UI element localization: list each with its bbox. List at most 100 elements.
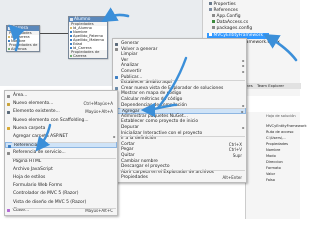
add-submenu-item-label: Referencia de servicio... xyxy=(13,150,66,156)
context-menu-item[interactable]: Propiedades Alt+Enter xyxy=(113,175,246,181)
property-label: Formato xyxy=(266,166,281,170)
property-label: Propiedades xyxy=(266,142,289,146)
add-submenu-item[interactable]: Página HTML xyxy=(5,159,117,165)
menu-separator xyxy=(12,141,116,143)
add-submenu-item[interactable]: Nuevo elemento con Scaffolding... xyxy=(5,118,117,124)
add-submenu-item[interactable]: Hoja de estilos xyxy=(5,175,117,181)
context-menu: Generar Volver a generar Limpiar Ver ▸ Analiz… xyxy=(112,38,247,183)
add-submenu-item-label: Referencia... xyxy=(14,143,42,149)
context-menu-item-label: Descargar el proyecto xyxy=(121,164,170,170)
property-icon xyxy=(70,31,72,33)
shortcut-text: Alt+Enter xyxy=(222,175,242,181)
property-label: Nombre xyxy=(266,148,281,152)
add-submenu-item-label: Nuevo elemento con Scaffolding... xyxy=(13,117,89,123)
new-folder-icon xyxy=(7,127,10,131)
properties-panel: Hoja de solución MVCyEntityFramework Rut… xyxy=(245,112,307,219)
existing-item-icon xyxy=(7,110,10,114)
add-submenu-item-label: Página HTML xyxy=(13,158,42,164)
add-submenu-item[interactable]: Elemento existente... Mayús+Alt+A xyxy=(5,109,117,115)
add-submenu-item-label: Clase... xyxy=(13,207,30,213)
context-menu-item-label: Volver a generar xyxy=(121,46,158,52)
add-submenu-item-label: Nuevo elemento... xyxy=(13,101,54,107)
add-submenu-item[interactable]: Vista de diseño de MVC 5 (Razor) xyxy=(5,200,117,206)
entity-header[interactable]: Carrera xyxy=(7,26,39,31)
entity-title: Alumno xyxy=(74,17,91,22)
property-label: Hoja de solución xyxy=(266,114,296,118)
context-menu-item-label: Establecer como proyecto de inicio xyxy=(121,119,199,125)
property-icon xyxy=(70,43,72,45)
add-submenu-item-label: Nueva carpeta xyxy=(13,125,46,131)
property-value[interactable]: MVCyEntityFramework xyxy=(266,124,307,129)
add-submenu-item[interactable]: Formulario Web Forms xyxy=(5,183,117,189)
config-file-icon xyxy=(212,26,215,29)
entity-title: Carrera xyxy=(12,26,29,31)
publish-icon xyxy=(115,76,118,80)
context-menu-item-label: Publicar... xyxy=(121,74,143,80)
context-menu-item-label: Establecer ámbito aquí xyxy=(121,80,172,86)
add-submenu-item[interactable]: Nuevo elemento... Ctrl+Mayús+A xyxy=(5,101,117,107)
class-icon xyxy=(7,209,10,213)
properties-icon xyxy=(209,2,212,5)
add-submenu-item-label: Hoja de estilos xyxy=(13,175,46,180)
menu-separator xyxy=(120,169,245,170)
entity-property[interactable]: Nombre xyxy=(7,39,39,43)
add-submenu-item[interactable]: Archivo JavaScript xyxy=(5,167,117,173)
project-icon xyxy=(209,33,212,36)
context-menu-item-label: Cambiar nombre xyxy=(121,158,158,164)
entity-alumno[interactable]: Alumno Propiedades Id_Alumno Nombre Apel… xyxy=(68,16,108,59)
add-submenu-item-label: Vista de diseño de MVC 5 (Razor) xyxy=(13,199,87,205)
tab-team-explorer[interactable]: Team Explorer xyxy=(257,83,284,88)
menu-separator xyxy=(120,79,245,81)
context-menu-item-label: Generar xyxy=(121,41,139,46)
add-submenu-item[interactable]: Agregar carpeta ASP.NET ▸ xyxy=(5,134,117,140)
reference-icon xyxy=(8,144,11,148)
add-submenu-item[interactable]: Referencia de servicio... xyxy=(5,150,117,156)
property-label: Modo xyxy=(266,154,276,158)
navigation-icon xyxy=(8,48,10,50)
add-submenu: Área... Nuevo elemento... Ctrl+Mayús+A Elem… xyxy=(4,90,118,216)
add-submenu-item-label: Archivo JavaScript xyxy=(13,166,53,172)
navigation-property[interactable]: Alumnos xyxy=(7,47,39,51)
rebuild-icon xyxy=(115,48,118,52)
context-menu-item-label: Depurar xyxy=(121,125,139,130)
property-label: Valor xyxy=(266,172,276,176)
entity-property[interactable]: Id_Carrera xyxy=(69,46,107,50)
key-icon xyxy=(70,27,72,29)
add-submenu-item[interactable]: Referencia... xyxy=(5,142,117,148)
entity-icon xyxy=(8,27,11,30)
property-icon xyxy=(8,40,10,42)
property-icon xyxy=(70,39,72,41)
property-value[interactable]: C:\Users\... xyxy=(266,136,286,141)
submenu-arrow-icon: ▸ xyxy=(113,134,116,139)
entity-carrera[interactable]: Carrera Propiedades Id_Carrera Nombre Pr… xyxy=(6,25,40,52)
shortcut-text: Mayús+Alt+A xyxy=(85,109,113,115)
context-menu-item-label: Convertir xyxy=(121,69,142,74)
add-submenu-item-label: Controlador de MVC 5 (Razor) xyxy=(13,191,79,197)
csharp-file-icon xyxy=(212,20,215,23)
area-icon xyxy=(7,94,10,98)
shortcut-text: Ctrl+Mayús+A xyxy=(83,101,113,107)
association-line xyxy=(40,33,68,34)
context-menu-item-label: Analizar xyxy=(121,63,139,69)
navigation-property[interactable]: Carrera xyxy=(69,54,107,58)
context-menu-item-label: Propiedades xyxy=(121,175,148,181)
add-submenu-item[interactable]: Nueva carpeta xyxy=(5,126,117,132)
add-submenu-item-label: Área... xyxy=(13,93,28,98)
solution-item[interactable]: packages.config xyxy=(212,26,252,32)
context-menu-item-label: Inicializar Interactive con el proyecto xyxy=(121,130,203,136)
property-value[interactable]: Falso xyxy=(266,178,275,183)
key-icon xyxy=(8,36,10,38)
add-submenu-item-label: Agregar carpeta ASP.NET xyxy=(13,134,68,139)
new-item-icon xyxy=(7,102,10,106)
add-submenu-item[interactable]: Clase... Mayús+Alt+C xyxy=(5,208,117,214)
references-icon xyxy=(209,8,212,11)
shortcut-text: Mayús+Alt+C xyxy=(85,207,113,213)
context-menu-item-label: Ir a la definición xyxy=(121,136,157,142)
menu-separator xyxy=(120,107,245,109)
context-menu-item-label: Pegar xyxy=(121,147,134,153)
add-submenu-item[interactable]: Controlador de MVC 5 (Razor) xyxy=(5,191,117,197)
entity-header[interactable]: Alumno xyxy=(69,17,107,22)
context-menu-item-label: Dependencias de compilación xyxy=(121,102,187,108)
add-submenu-item[interactable]: Área... xyxy=(5,93,117,99)
property-icon xyxy=(70,35,72,37)
